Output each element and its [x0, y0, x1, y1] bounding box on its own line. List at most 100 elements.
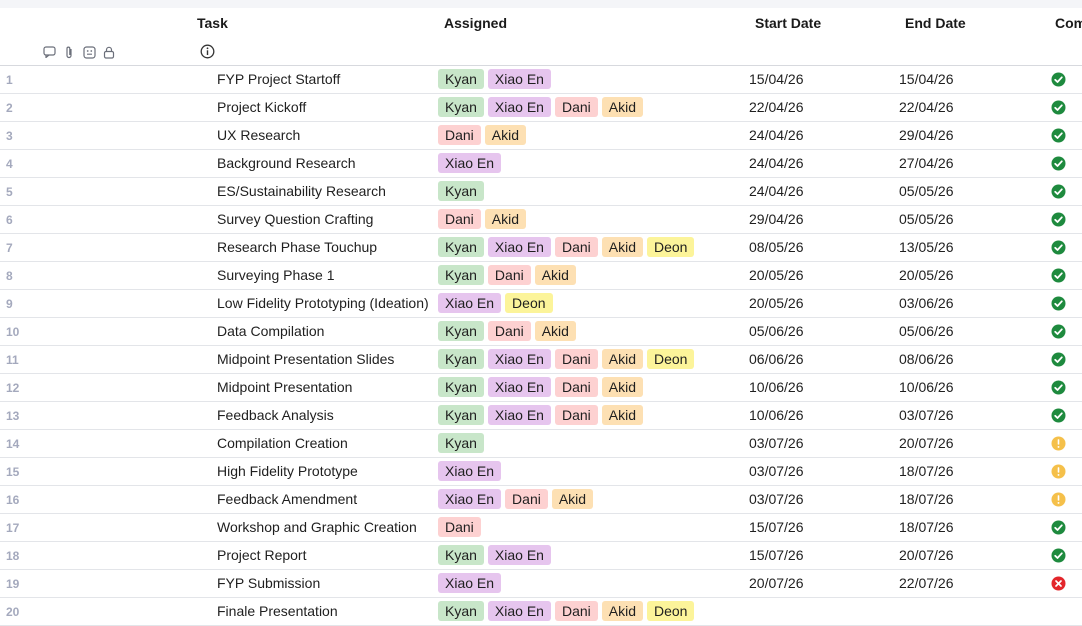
- lock-icon[interactable]: [102, 45, 116, 59]
- start-date-cell[interactable]: 24/04/26: [749, 127, 804, 143]
- table-row[interactable]: 12 Midpoint Presentation Kyan Xiao En Dani Ak…: [0, 374, 1082, 402]
- task-cell[interactable]: Finale Presentation: [217, 603, 429, 619]
- assigned-cell[interactable]: Kyan: [438, 433, 484, 453]
- table-row[interactable]: 1 FYP Project Startoff Kyan Xiao En 15/04/26…: [0, 66, 1082, 94]
- check-circle-icon[interactable]: [1051, 240, 1066, 255]
- end-date-cell[interactable]: 15/04/26: [899, 71, 954, 87]
- start-date-cell[interactable]: 08/05/26: [749, 239, 804, 255]
- end-date-cell[interactable]: 03/06/26: [899, 295, 954, 311]
- assigned-cell[interactable]: Kyan Xiao En: [438, 69, 551, 89]
- table-row[interactable]: 6 Survey Question Crafting Dani Akid 29/04/2…: [0, 206, 1082, 234]
- start-date-cell[interactable]: 10/06/26: [749, 407, 804, 423]
- table-row[interactable]: 13 Feedback Analysis Kyan Xiao En Dani Akid 10…: [0, 402, 1082, 430]
- check-circle-icon[interactable]: [1051, 72, 1066, 87]
- end-date-cell[interactable]: 05/05/26: [899, 183, 954, 199]
- start-date-column-header[interactable]: Start Date: [755, 15, 821, 31]
- end-date-cell[interactable]: 20/05/26: [899, 267, 954, 283]
- end-date-cell[interactable]: 18/07/26: [899, 463, 954, 479]
- check-circle-icon[interactable]: [1051, 156, 1066, 171]
- assigned-cell[interactable]: Xiao En Deon: [438, 293, 553, 313]
- table-row[interactable]: 18 Project Report Kyan Xiao En 15/07/26 20/07…: [0, 542, 1082, 570]
- end-date-cell[interactable]: 20/07/26: [899, 435, 954, 451]
- table-row[interactable]: 10 Data Compilation Kyan Dani Akid 05/06/26 05…: [0, 318, 1082, 346]
- start-date-cell[interactable]: 29/04/26: [749, 211, 804, 227]
- start-date-cell[interactable]: 24/04/26: [749, 183, 804, 199]
- end-date-cell[interactable]: 08/06/26: [899, 351, 954, 367]
- assigned-column-header[interactable]: Assigned: [444, 15, 507, 31]
- table-row[interactable]: 14 Compilation Creation Kyan 03/07/26 20/07/…: [0, 430, 1082, 458]
- end-date-cell[interactable]: 10/06/26: [899, 379, 954, 395]
- task-cell[interactable]: Compilation Creation: [217, 435, 429, 451]
- complete-column-header[interactable]: Com: [1055, 15, 1082, 31]
- end-date-cell[interactable]: 29/04/26: [899, 127, 954, 143]
- start-date-cell[interactable]: 20/05/26: [749, 267, 804, 283]
- table-row[interactable]: 3 UX Research Dani Akid 24/04/26 29/04/26: [0, 122, 1082, 150]
- table-row[interactable]: 7 Research Phase Touchup Kyan Xiao En Dani Ak…: [0, 234, 1082, 262]
- task-cell[interactable]: Surveying Phase 1: [217, 267, 429, 283]
- assigned-cell[interactable]: Kyan Xiao En Dani Akid Deon: [438, 237, 695, 257]
- end-date-cell[interactable]: 22/04/26: [899, 99, 954, 115]
- table-row[interactable]: 5 ES/Sustainability Research Kyan 24/04/26 0…: [0, 178, 1082, 206]
- assigned-cell[interactable]: Kyan Xiao En: [438, 545, 551, 565]
- task-cell[interactable]: Low Fidelity Prototyping (Ideation): [217, 295, 429, 311]
- assigned-cell[interactable]: Dani: [438, 517, 481, 537]
- task-cell[interactable]: Midpoint Presentation Slides: [217, 351, 429, 367]
- task-cell[interactable]: Workshop and Graphic Creation: [217, 519, 429, 535]
- end-date-column-header[interactable]: End Date: [905, 15, 966, 31]
- start-date-cell[interactable]: 20/07/26: [749, 575, 804, 591]
- start-date-cell[interactable]: 20/05/26: [749, 295, 804, 311]
- start-date-cell[interactable]: 24/04/26: [749, 155, 804, 171]
- table-row[interactable]: 19 FYP Submission Xiao En 20/07/26 22/07/26: [0, 570, 1082, 598]
- assigned-cell[interactable]: Dani Akid: [438, 209, 527, 229]
- table-row[interactable]: 15 High Fidelity Prototype Xiao En 03/07/26…: [0, 458, 1082, 486]
- assigned-cell[interactable]: Xiao En Dani Akid: [438, 489, 594, 509]
- assigned-cell[interactable]: Kyan Xiao En Dani Akid: [438, 97, 643, 117]
- check-circle-icon[interactable]: [1051, 296, 1066, 311]
- start-date-cell[interactable]: 15/07/26: [749, 547, 804, 563]
- task-cell[interactable]: Feedback Amendment: [217, 491, 429, 507]
- check-circle-icon[interactable]: [1051, 352, 1066, 367]
- task-cell[interactable]: Background Research: [217, 155, 429, 171]
- start-date-cell[interactable]: 22/04/26: [749, 99, 804, 115]
- end-date-cell[interactable]: 05/05/26: [899, 211, 954, 227]
- start-date-cell[interactable]: 03/07/26: [749, 463, 804, 479]
- start-date-cell[interactable]: 03/07/26: [749, 435, 804, 451]
- end-date-cell[interactable]: 18/07/26: [899, 519, 954, 535]
- task-cell[interactable]: FYP Submission: [217, 575, 429, 591]
- task-cell[interactable]: FYP Project Startoff: [217, 71, 429, 87]
- start-date-cell[interactable]: 15/04/26: [749, 71, 804, 87]
- task-cell[interactable]: Feedback Analysis: [217, 407, 429, 423]
- check-circle-icon[interactable]: [1051, 184, 1066, 199]
- check-circle-icon[interactable]: [1051, 380, 1066, 395]
- end-date-cell[interactable]: 18/07/26: [899, 491, 954, 507]
- task-cell[interactable]: Research Phase Touchup: [217, 239, 429, 255]
- end-date-cell[interactable]: 13/05/26: [899, 239, 954, 255]
- assigned-cell[interactable]: Kyan Xiao En Dani Akid: [438, 377, 643, 397]
- assigned-cell[interactable]: Kyan Dani Akid: [438, 321, 576, 341]
- assigned-cell[interactable]: Dani Akid: [438, 125, 527, 145]
- check-circle-icon[interactable]: [1051, 408, 1066, 423]
- end-date-cell[interactable]: 20/07/26: [899, 547, 954, 563]
- error-circle-icon[interactable]: [1051, 576, 1066, 591]
- assigned-cell[interactable]: Xiao En: [438, 573, 502, 593]
- start-date-cell[interactable]: 06/06/26: [749, 351, 804, 367]
- end-date-cell[interactable]: 27/04/26: [899, 155, 954, 171]
- table-row[interactable]: 16 Feedback Amendment Xiao En Dani Akid 03/07…: [0, 486, 1082, 514]
- table-row[interactable]: 9 Low Fidelity Prototyping (Ideation) Xiao…: [0, 290, 1082, 318]
- task-cell[interactable]: Project Kickoff: [217, 99, 429, 115]
- task-cell[interactable]: UX Research: [217, 127, 429, 143]
- task-cell[interactable]: ES/Sustainability Research: [217, 183, 429, 199]
- warning-circle-icon[interactable]: [1051, 492, 1066, 507]
- start-date-cell[interactable]: 05/06/26: [749, 323, 804, 339]
- task-cell[interactable]: Project Report: [217, 547, 429, 563]
- assigned-cell[interactable]: Kyan: [438, 181, 484, 201]
- assigned-cell[interactable]: Kyan Xiao En Dani Akid Deon: [438, 349, 695, 369]
- assigned-cell[interactable]: Xiao En: [438, 461, 502, 481]
- check-circle-icon[interactable]: [1051, 128, 1066, 143]
- info-icon[interactable]: [200, 44, 215, 59]
- warning-circle-icon[interactable]: [1051, 436, 1066, 451]
- task-cell[interactable]: Midpoint Presentation: [217, 379, 429, 395]
- check-circle-icon[interactable]: [1051, 100, 1066, 115]
- assigned-cell[interactable]: Kyan Dani Akid: [438, 265, 576, 285]
- table-row[interactable]: 20 Finale Presentation Kyan Xiao En Dani Akid…: [0, 598, 1082, 626]
